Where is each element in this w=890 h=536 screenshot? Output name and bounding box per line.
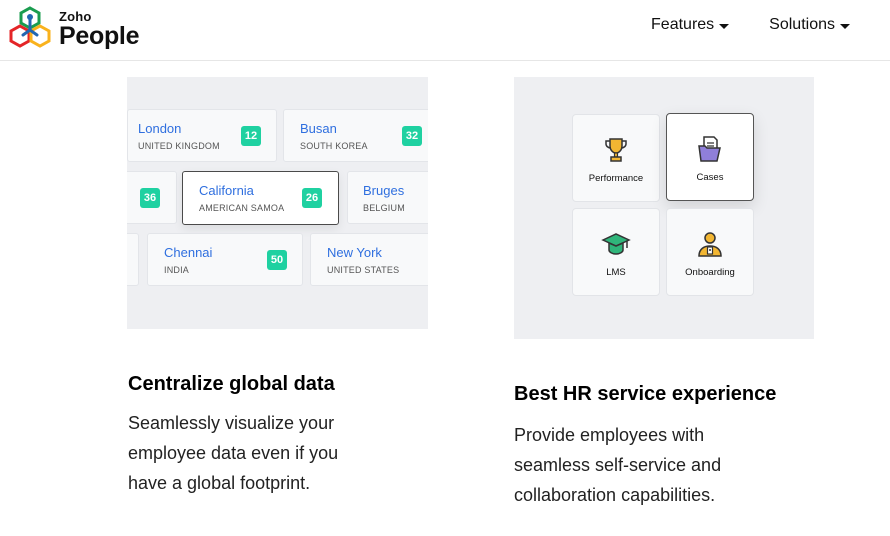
feature-description-hr-service: Provide employees with seamless self-ser… xyxy=(514,420,814,510)
global-data-illustration: London UNITED KINGDOM 12 Busan SOUTH KOR… xyxy=(127,77,428,329)
trophy-icon xyxy=(605,138,627,162)
city-card-partial-left xyxy=(127,233,139,286)
tile-performance[interactable]: Performance xyxy=(572,114,660,202)
description-line: seamless self-service and xyxy=(514,455,722,475)
city-card-london: London UNITED KINGDOM 12 xyxy=(127,109,277,162)
site-header: Zoho People Features Solutions xyxy=(0,0,890,61)
city-name: London xyxy=(138,121,182,136)
description-line: have a global footprint. xyxy=(128,473,311,493)
nav-features[interactable]: Features xyxy=(651,16,730,34)
city-name: Bruges xyxy=(363,183,405,198)
city-country: AMERICAN SAMOA xyxy=(199,203,285,213)
main-nav: Features Solutions xyxy=(651,16,850,34)
city-name: Chennai xyxy=(164,245,213,260)
nav-features-label: Features xyxy=(651,16,715,33)
city-name: Busan xyxy=(300,121,337,136)
tile-cases[interactable]: Cases xyxy=(666,113,754,201)
tile-label: Cases xyxy=(696,172,724,183)
zoho-people-logo[interactable]: Zoho People xyxy=(6,4,139,52)
tile-label: LMS xyxy=(606,267,626,278)
city-count-badge: 50 xyxy=(267,250,287,270)
nav-solutions[interactable]: Solutions xyxy=(769,16,850,34)
tile-onboarding[interactable]: Onboarding xyxy=(666,208,754,296)
city-name: California xyxy=(199,183,254,198)
city-card-busan: Busan SOUTH KOREA 32 xyxy=(283,109,428,162)
brand-people: People xyxy=(59,21,140,50)
tile-label: Performance xyxy=(588,173,644,184)
zoho-logo-icon xyxy=(9,6,51,48)
city-name: New York xyxy=(327,245,382,260)
city-country: SOUTH KOREA xyxy=(300,141,368,151)
city-count-badge: 32 xyxy=(402,126,422,146)
city-country: BELGIUM xyxy=(363,203,405,213)
description-line: employee data even if you xyxy=(128,443,339,463)
city-country: INDIA xyxy=(164,265,190,275)
graduation-cap-icon xyxy=(601,233,631,255)
hr-services-illustration: Performance Cases LMS Onboarding xyxy=(514,77,814,339)
description-line: Provide employees with xyxy=(514,425,705,445)
feature-description-global-data: Seamlessly visualize your employee data … xyxy=(128,408,428,498)
city-count-badge: 36 xyxy=(140,188,160,208)
city-country: UNITED STATES xyxy=(327,265,400,275)
city-card-partial: 36 xyxy=(127,171,177,224)
description-line: collaboration capabilities. xyxy=(514,485,716,505)
city-count-badge: 26 xyxy=(302,188,322,208)
city-count-badge: 12 xyxy=(241,126,261,146)
city-card-chennai: Chennai INDIA 50 xyxy=(147,233,303,286)
feature-title-hr-service: Best HR service experience xyxy=(514,383,777,405)
city-card-new-york: New York UNITED STATES xyxy=(310,233,428,286)
employee-id-icon xyxy=(698,232,722,257)
tile-lms[interactable]: LMS xyxy=(572,208,660,296)
caret-down-icon xyxy=(840,23,850,29)
tile-label: Onboarding xyxy=(685,267,735,278)
nav-solutions-label: Solutions xyxy=(769,16,835,33)
city-card-bruges: Bruges BELGIUM xyxy=(347,171,428,224)
brand-zoho: Zoho xyxy=(59,8,92,24)
feature-title-global-data: Centralize global data xyxy=(128,373,335,395)
city-country: UNITED KINGDOM xyxy=(138,141,220,151)
description-line: Seamlessly visualize your xyxy=(128,413,335,433)
city-card-california: California AMERICAN SAMOA 26 xyxy=(182,171,339,225)
caret-down-icon xyxy=(719,23,730,29)
folder-document-icon xyxy=(698,136,721,162)
